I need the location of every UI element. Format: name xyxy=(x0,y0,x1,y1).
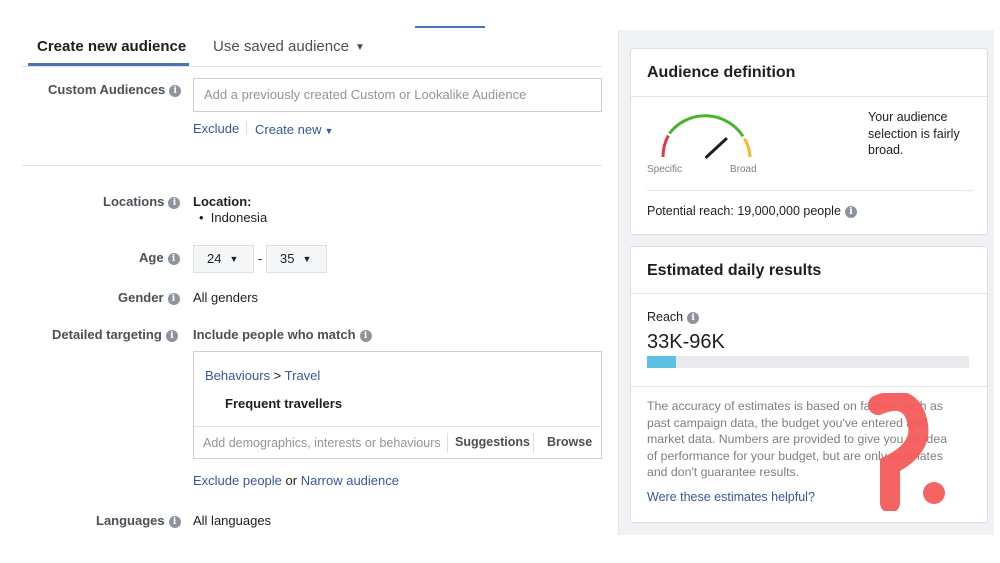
gauge-specific-label: Specific xyxy=(647,164,683,175)
reach-progress-fill xyxy=(647,356,676,368)
card-divider xyxy=(631,386,987,387)
breadcrumb-travel[interactable]: Travel xyxy=(285,368,321,383)
card-divider xyxy=(631,96,987,97)
info-icon[interactable]: i xyxy=(167,253,180,265)
button-separator xyxy=(533,433,534,453)
reach-value: 33K-96K xyxy=(647,331,725,353)
tab-use-saved-label: Use saved audience xyxy=(213,38,349,55)
card-divider xyxy=(647,190,973,191)
gauge-broad-label: Broad xyxy=(730,164,757,175)
gauge-red-segment xyxy=(661,134,670,158)
targeting-divider xyxy=(194,426,601,427)
tab-use-saved-audience[interactable]: Use saved audience ▼ xyxy=(213,38,365,55)
section-divider xyxy=(22,165,602,166)
breadcrumb-behaviours[interactable]: Behaviours xyxy=(205,368,270,383)
caret-down-icon: ▼ xyxy=(324,126,334,136)
reach-progress-bar xyxy=(647,356,969,368)
location-item: • Indonesia xyxy=(199,210,268,225)
browse-button[interactable]: Browse xyxy=(547,435,592,449)
suggestions-button[interactable]: Suggestions xyxy=(455,435,530,449)
gauge-green-segment xyxy=(668,114,745,138)
gender-value[interactable]: All genders xyxy=(193,290,258,305)
card-divider xyxy=(631,293,987,294)
info-icon[interactable]: i xyxy=(165,330,178,342)
top-accent-line xyxy=(415,26,485,28)
info-icon[interactable]: i xyxy=(168,516,181,528)
caret-down-icon: ▼ xyxy=(229,254,239,264)
tab-divider xyxy=(22,66,602,67)
info-icon[interactable]: i xyxy=(359,330,372,342)
include-people-text: Include people who match i xyxy=(193,327,372,342)
detailed-targeting-label: Detailed targeting i xyxy=(52,327,178,342)
exclude-narrow-row: Exclude people or Narrow audience xyxy=(193,473,399,488)
gauge-needle xyxy=(705,137,728,159)
exclude-link[interactable]: Exclude xyxy=(193,121,239,136)
age-min-select[interactable]: 24 ▼ xyxy=(193,245,254,273)
custom-audiences-label: Custom Audiences i xyxy=(48,82,182,97)
bullet: • xyxy=(199,210,204,225)
exclude-people-link[interactable]: Exclude people xyxy=(193,473,282,488)
potential-reach: Potential reach: 19,000,000 people i xyxy=(647,204,857,218)
audience-definition-title: Audience definition xyxy=(647,64,796,81)
estimates-helpful-link[interactable]: Were these estimates helpful? xyxy=(647,490,815,504)
gauge-orange-segment xyxy=(743,137,752,158)
info-icon[interactable]: i xyxy=(168,197,181,209)
link-separator xyxy=(246,121,247,135)
info-icon[interactable]: i xyxy=(167,293,180,305)
languages-label: Languages i xyxy=(96,513,181,528)
gender-label: Gender i xyxy=(118,290,180,305)
targeting-search-input[interactable]: Add demographics, interests or behaviour… xyxy=(203,436,441,450)
info-icon[interactable]: i xyxy=(169,85,182,97)
reach-label: Reach i xyxy=(647,310,700,324)
button-separator xyxy=(447,433,448,453)
location-heading: Location: xyxy=(193,194,252,209)
tab-create-new-audience[interactable]: Create new audience xyxy=(37,38,186,55)
locations-label: Locations i xyxy=(103,194,181,209)
languages-value[interactable]: All languages xyxy=(193,513,271,528)
daily-results-title: Estimated daily results xyxy=(647,262,822,279)
info-icon[interactable]: i xyxy=(687,312,700,324)
audience-gauge xyxy=(661,114,752,159)
age-max-select[interactable]: 35 ▼ xyxy=(266,245,327,273)
targeting-breadcrumb: Behaviours > Travel xyxy=(205,368,321,383)
caret-down-icon: ▼ xyxy=(302,254,312,264)
narrow-audience-link[interactable]: Narrow audience xyxy=(301,473,399,488)
info-icon[interactable]: i xyxy=(844,206,857,218)
age-label: Age i xyxy=(139,250,180,265)
caret-down-icon: ▼ xyxy=(354,42,365,53)
age-separator: - xyxy=(258,251,263,266)
audience-definition-card: Audience definition Specific Broad Your … xyxy=(630,48,988,235)
create-new-dropdown[interactable]: Create new ▼ xyxy=(255,122,333,137)
detailed-targeting-box: Behaviours > Travel Frequent travellers … xyxy=(193,351,602,459)
audience-breadth-message: Your audience selection is fairly broad. xyxy=(868,110,960,157)
selected-targeting-item[interactable]: Frequent travellers xyxy=(225,396,342,411)
custom-audiences-input[interactable]: Add a previously created Custom or Looka… xyxy=(193,78,602,112)
brand-watermark-logo xyxy=(868,393,945,511)
